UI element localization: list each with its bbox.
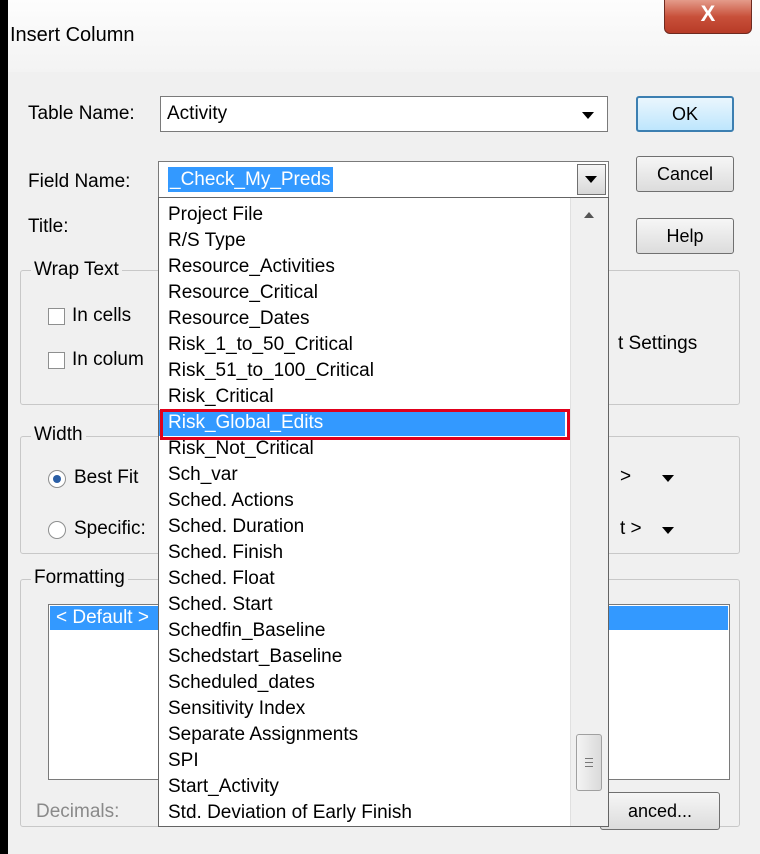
dropdown-item[interactable]: Scheduled_dates [168, 670, 315, 696]
chevron-down-icon[interactable] [662, 527, 674, 534]
dropdown-item[interactable]: Schedstart_Baseline [168, 644, 342, 670]
dropdown-item[interactable]: Resource_Dates [168, 306, 310, 332]
dropdown-item[interactable]: Sched. Actions [168, 488, 294, 514]
formatting-default-item: < Default > [56, 607, 149, 628]
chevron-down-icon [582, 112, 594, 119]
dropdown-item[interactable]: Sched. Duration [168, 514, 304, 540]
dropdown-item[interactable]: Sch_var [168, 462, 238, 488]
in-column-label: In colum [72, 349, 144, 370]
help-button[interactable]: Help [636, 218, 734, 254]
table-name-value: Activity [167, 103, 228, 124]
dropdown-item[interactable]: Risk_Critical [168, 384, 274, 410]
dialog-title: Insert Column [10, 24, 135, 46]
field-name-select[interactable]: _Check_My_Preds [158, 161, 609, 198]
dropdown-item[interactable]: SPI [168, 748, 199, 774]
settings-label: t Settings [618, 333, 698, 354]
dropdown-item[interactable]: Resource_Critical [168, 280, 318, 306]
scrollbar-thumb[interactable] [576, 734, 602, 791]
table-name-label: Table Name: [28, 103, 135, 124]
best-fit-label: Best Fit [74, 467, 139, 488]
wrap-text-label: Wrap Text [31, 259, 122, 281]
cancel-button[interactable]: Cancel [636, 156, 734, 192]
dropdown-item[interactable]: Sched. Start [168, 592, 273, 618]
dropdown-item[interactable]: Resource_Activities [168, 254, 335, 280]
dropdown-item[interactable]: Sensitivity Index [168, 696, 305, 722]
advanced-button[interactable]: anced... [600, 792, 720, 830]
dropdown-scrollbar[interactable] [570, 198, 608, 826]
field-name-dropdown-button[interactable] [577, 164, 606, 195]
field-name-label: Field Name: [28, 171, 131, 192]
in-column-checkbox[interactable] [48, 352, 65, 369]
in-cells-label: In cells [72, 305, 132, 326]
dropdown-item[interactable]: Separate Assignments [168, 722, 358, 748]
dropdown-item[interactable]: Schedfin_Baseline [168, 618, 325, 644]
specific-label: Specific: [74, 518, 146, 539]
width-partial-value-2: t > [620, 518, 642, 539]
formatting-label: Formatting [31, 567, 128, 589]
table-name-select[interactable]: Activity [160, 96, 608, 132]
highlight-box [160, 409, 570, 440]
dropdown-item[interactable]: Sched. Float [168, 566, 275, 592]
dropdown-item[interactable]: Start_Activity [168, 774, 279, 800]
specific-radio[interactable] [48, 521, 66, 539]
in-cells-checkbox[interactable] [48, 308, 65, 325]
decimals-label: Decimals: [36, 801, 120, 822]
scroll-up-icon[interactable] [584, 212, 594, 218]
dropdown-item[interactable]: Std. Deviation of Early Finish [168, 800, 412, 826]
dropdown-item[interactable]: Sched. Finish [168, 540, 283, 566]
dropdown-item[interactable]: R/S Type [168, 228, 246, 254]
title-label: Title: [28, 216, 69, 237]
dropdown-item[interactable]: Risk_51_to_100_Critical [168, 358, 374, 384]
chevron-down-icon[interactable] [662, 475, 674, 482]
best-fit-radio[interactable] [48, 470, 66, 488]
title-bar: Insert Column X [8, 0, 760, 72]
dropdown-item[interactable]: Project File [168, 202, 263, 228]
close-button[interactable]: X [664, 0, 752, 34]
dropdown-item[interactable]: Risk_1_to_50_Critical [168, 332, 353, 358]
chevron-down-icon [585, 176, 597, 183]
ok-button[interactable]: OK [636, 96, 734, 132]
dropdown-item[interactable]: Std. Deviation of Early Start [168, 826, 401, 827]
insert-column-dialog: Insert Column X Table Name: Activity Fie… [8, 0, 760, 854]
field-name-value: _Check_My_Preds [168, 167, 333, 192]
width-partial-value-1: > [620, 466, 632, 487]
field-name-dropdown-list[interactable]: Project File R/S Type Resource_Activities R… [158, 197, 609, 827]
width-label: Width [31, 424, 86, 446]
close-icon: X [700, 1, 716, 26]
